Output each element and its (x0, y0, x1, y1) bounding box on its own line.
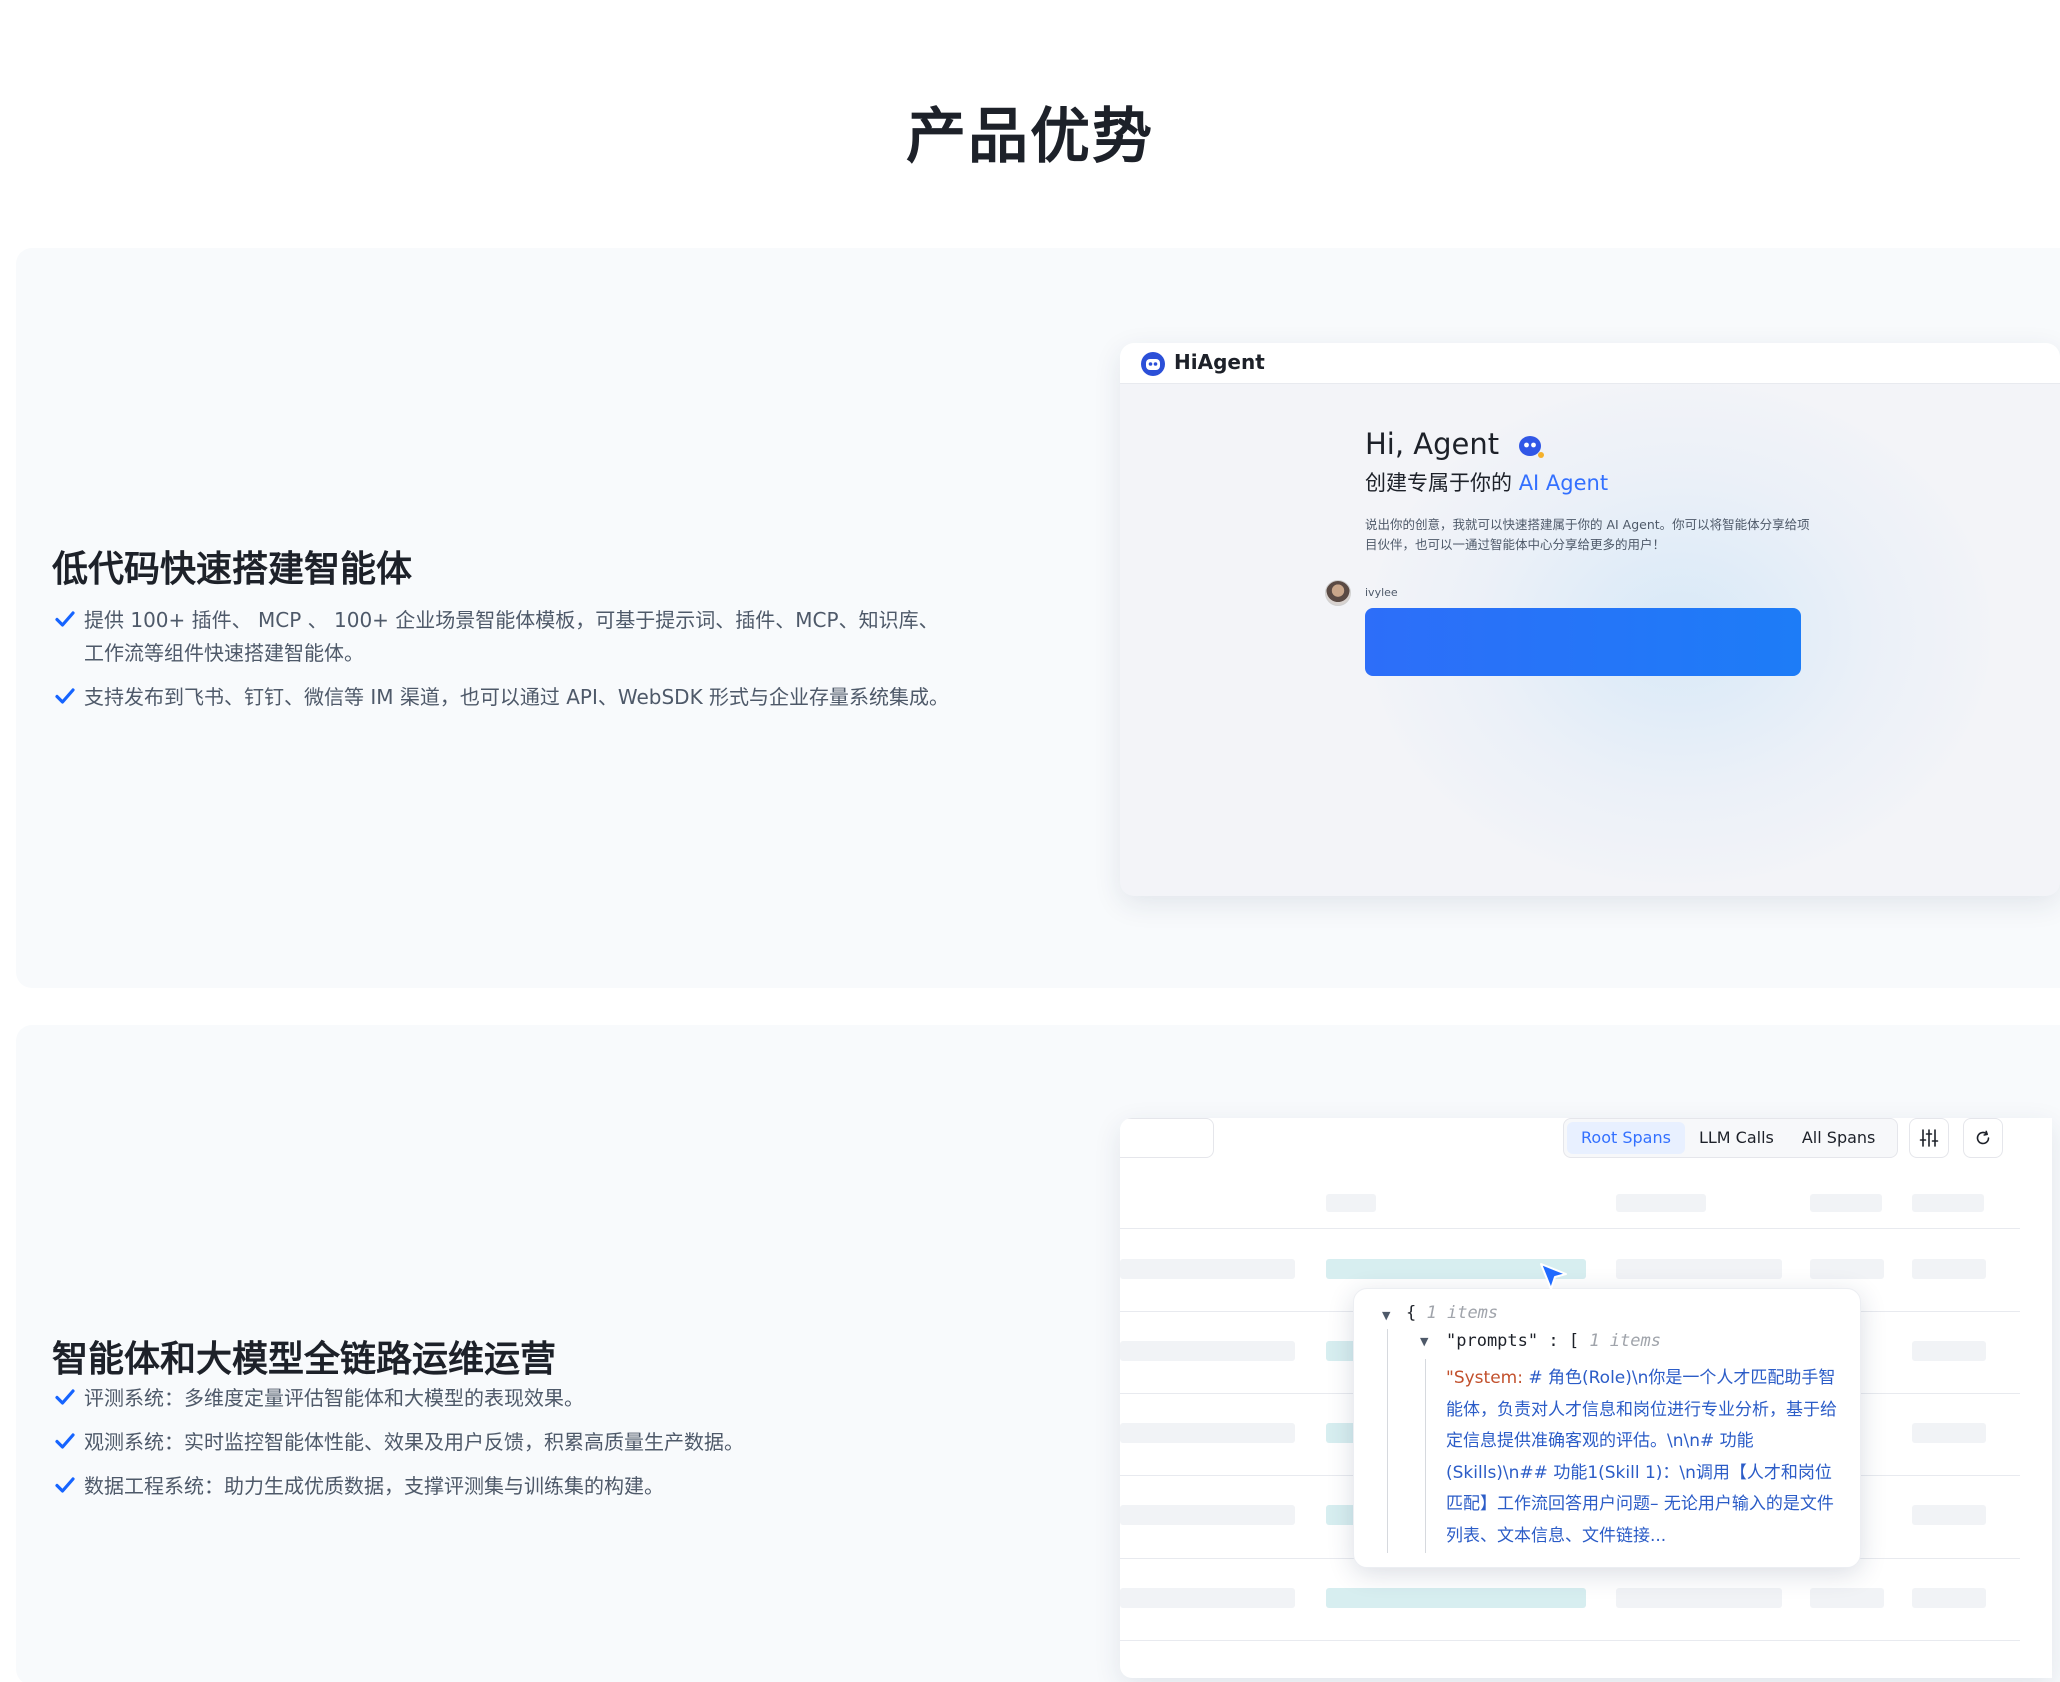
refresh-button[interactable] (1963, 1118, 2003, 1158)
feature-text: 提供 100+ 插件、 MCP 、 100+ 企业场景智能体模板，可基于提示词、… (84, 608, 939, 665)
header-placeholder (1912, 1194, 1984, 1212)
cell-placeholder (1912, 1505, 1986, 1525)
collapse-toggle-icon[interactable]: ▼ (1382, 1309, 1390, 1322)
check-icon (55, 1477, 75, 1493)
page-title: 产品优势 (906, 102, 1154, 172)
json-brace: { (1406, 1303, 1417, 1323)
cell-placeholder (1120, 1588, 1295, 1608)
span-filter-tabs: Root Spans LLM Calls All Spans (1563, 1118, 1898, 1158)
table-divider (1120, 1640, 2020, 1641)
json-value: "System: # 角色(Role)\n你是一个人才匹配助手智能体，负责对人才… (1446, 1363, 1846, 1552)
feature-item: 观测系统：实时监控智能体性能、效果及用户反馈，积累高质量生产数据。 (54, 1426, 954, 1459)
subtitle-accent: AI Agent (1518, 471, 1609, 495)
cell-placeholder (1810, 1588, 1884, 1608)
tab-all-spans[interactable]: All Spans (1788, 1122, 1890, 1154)
header-placeholder (1326, 1194, 1376, 1212)
cell-placeholder (1912, 1341, 1986, 1361)
user-avatar (1325, 580, 1351, 606)
table-divider (1120, 1228, 2020, 1229)
tree-guide-line (1387, 1329, 1388, 1553)
cell-placeholder (1912, 1423, 1986, 1443)
search-input[interactable] (1120, 1118, 1214, 1158)
feature-item: 评测系统：多维度定量评估智能体和大模型的表现效果。 (54, 1382, 954, 1415)
feature-text: 数据工程系统：助力生成优质数据，支撑评测集与训练集的构建。 (84, 1474, 664, 1498)
feature-text: 观测系统：实时监控智能体性能、效果及用户反馈，积累高质量生产数据。 (84, 1430, 744, 1454)
tab-llm-calls[interactable]: LLM Calls (1685, 1122, 1788, 1154)
app-name: HiAgent (1174, 350, 1265, 374)
cell-placeholder (1912, 1588, 1986, 1608)
cell-placeholder (1912, 1259, 1986, 1279)
cell-placeholder (1326, 1588, 1586, 1608)
cell-placeholder (1120, 1423, 1295, 1443)
feature-item: 支持发布到飞书、钉钉、微信等 IM 渠道，也可以通过 API、WebSDK 形式… (54, 681, 954, 714)
header-placeholder (1810, 1194, 1882, 1212)
robot-logo-icon (1141, 352, 1165, 376)
json-viewer-popover: ▼ { 1 items ▼ "prompts" : [ 1 items "Sys… (1353, 1288, 1861, 1568)
feature-section-ops: 智能体和大模型全链路运维运营 评测系统：多维度定量评估智能体和大模型的表现效果。… (16, 1025, 2060, 1682)
tree-guide-line (1425, 1359, 1426, 1553)
tab-root-spans[interactable]: Root Spans (1567, 1122, 1685, 1154)
cell-placeholder (1616, 1259, 1782, 1279)
refresh-icon (1976, 1130, 1990, 1145)
hiagent-preview-card: HiAgent Hi, Agent 创建专属于你的 AI Agent 说出你的创… (1120, 343, 2060, 896)
preview-header: HiAgent (1120, 343, 2060, 384)
robot-emoji-icon (1519, 436, 1544, 458)
feature-text: 评测系统：多维度定量评估智能体和大模型的表现效果。 (84, 1386, 584, 1410)
feature-text: 支持发布到飞书、钉钉、微信等 IM 渠道，也可以通过 API、WebSDK 形式… (84, 685, 950, 709)
feature-list: 评测系统：多维度定量评估智能体和大模型的表现效果。 观测系统：实时监控智能体性能… (54, 1382, 954, 1514)
filter-button[interactable] (1909, 1118, 1949, 1158)
section-title: 低代码快速搭建智能体 (52, 549, 413, 590)
cell-placeholder (1616, 1588, 1782, 1608)
json-value-text: # 角色(Role)\n你是一个人才匹配助手智能体，负责对人才信息和岗位进行专业… (1446, 1368, 1837, 1546)
check-icon (55, 1389, 75, 1405)
trace-preview-card: Root Spans LLM Calls All Spans ▼ {1 ite… (1120, 1118, 2052, 1678)
feature-item: 数据工程系统：助力生成优质数据，支撑评测集与训练集的构建。 (54, 1470, 954, 1503)
feature-item: 提供 100+ 插件、 MCP 、 100+ 企业场景智能体模板，可基于提示词、… (54, 604, 954, 670)
json-count: 1 items (1589, 1331, 1661, 1351)
json-key-line: "prompts" : [ 1 items (1446, 1331, 1661, 1351)
username: ivylee (1365, 586, 1398, 599)
cell-placeholder (1120, 1341, 1295, 1361)
collapse-toggle-icon[interactable]: ▼ (1420, 1335, 1428, 1348)
json-value-quote: "System: (1446, 1368, 1523, 1388)
cell-placeholder (1120, 1505, 1295, 1525)
check-icon (55, 1433, 75, 1449)
json-count: 1 items (1426, 1303, 1499, 1323)
message-bubble[interactable] (1365, 608, 1801, 676)
check-icon (55, 611, 75, 627)
cell-placeholder (1810, 1259, 1884, 1279)
header-placeholder (1616, 1194, 1706, 1212)
feature-list: 提供 100+ 插件、 MCP 、 100+ 企业场景智能体模板，可基于提示词、… (54, 604, 954, 725)
greeting-subtitle: 创建专属于你的 AI Agent (1365, 467, 1608, 497)
section-title: 智能体和大模型全链路运维运营 (52, 1339, 557, 1380)
feature-section-low-code: 低代码快速搭建智能体 提供 100+ 插件、 MCP 、 100+ 企业场景智能… (16, 248, 2060, 988)
json-key: "prompts" : [ (1446, 1331, 1580, 1351)
greeting-title: Hi, Agent (1365, 427, 1500, 461)
cell-placeholder (1326, 1505, 1356, 1525)
check-icon (55, 688, 75, 704)
greeting-description: 说出你的创意，我就可以快速搭建属于你的 AI Agent。你可以将智能体分享给项… (1365, 517, 1810, 552)
cell-placeholder (1326, 1423, 1356, 1443)
cell-placeholder (1120, 1259, 1295, 1279)
cell-placeholder (1326, 1341, 1356, 1361)
subtitle-text: 创建专属于你的 (1365, 471, 1519, 495)
sliders-icon (1919, 1129, 1939, 1147)
json-root-line: { 1 items (1406, 1303, 1498, 1323)
cursor-icon (1540, 1263, 1567, 1290)
